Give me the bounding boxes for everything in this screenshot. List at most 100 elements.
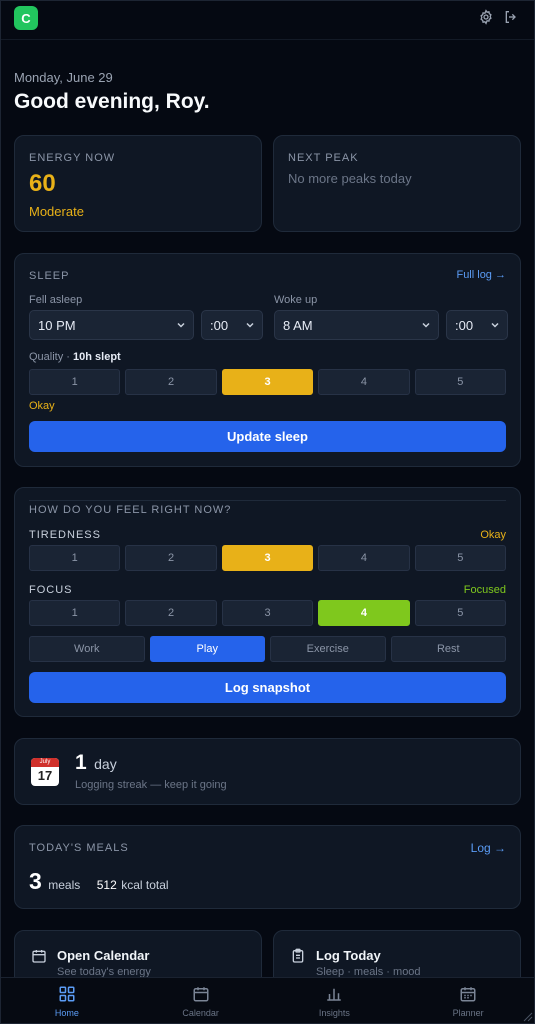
- sleep-quality-option-1[interactable]: 1: [29, 369, 121, 395]
- sleep-quality-option-2[interactable]: 2: [125, 369, 217, 395]
- meals-label: TODAY'S MEALS: [29, 842, 129, 854]
- next-peak-label: NEXT PEAK: [288, 152, 359, 164]
- meals-kcal-unit: kcal total: [121, 878, 169, 892]
- focus-option-5[interactable]: 5: [414, 600, 507, 626]
- streak-count-row: 1 day: [75, 751, 117, 775]
- fell-asleep-hour-select[interactable]: 10 PM: [29, 310, 194, 340]
- sleep-quality-text: Okay: [29, 400, 55, 412]
- quality-row: Quality · 10h slept: [29, 351, 121, 363]
- fell-asleep-minute-select[interactable]: :00: [201, 310, 263, 340]
- fell-asleep-minute-value: :00: [210, 317, 229, 333]
- update-sleep-button[interactable]: Update sleep: [29, 421, 506, 452]
- fell-asleep-hour-value: 10 PM: [38, 317, 76, 333]
- tiredness-option-4[interactable]: 4: [318, 545, 410, 571]
- hours-slept: 10h slept: [73, 351, 121, 363]
- chevron-down-icon: [246, 322, 254, 328]
- app-logo[interactable]: C: [14, 6, 38, 30]
- sleep-card: SLEEP Full log → Fell asleep 10 PM :00 W…: [14, 253, 521, 467]
- activity-option-exercise[interactable]: Exercise: [270, 636, 386, 662]
- streak-count: 1: [75, 751, 87, 774]
- chevron-down-icon: [177, 322, 185, 328]
- planner-icon: [460, 987, 476, 1002]
- gear-icon[interactable]: [478, 9, 494, 25]
- tiredness-option-3[interactable]: 3: [221, 545, 314, 571]
- current-date: Monday, June 29: [14, 70, 113, 85]
- streak-text: Logging streak — keep it going: [75, 779, 227, 791]
- sleep-quality-selector: 12345: [29, 369, 507, 395]
- sleep-label: SLEEP: [29, 270, 70, 282]
- energy-card: ENERGY NOW 60 Moderate: [14, 135, 262, 232]
- sleep-quality-option-3[interactable]: 3: [221, 369, 314, 395]
- tiredness-label: TIREDNESS: [29, 529, 101, 541]
- woke-up-label: Woke up: [274, 294, 318, 306]
- meals-unit: meals: [48, 878, 81, 892]
- woke-up-hour-select[interactable]: 8 AM: [274, 310, 439, 340]
- sleep-quality-option-5[interactable]: 5: [414, 369, 507, 395]
- tiredness-option-5[interactable]: 5: [414, 545, 507, 571]
- divider: [29, 500, 506, 501]
- activity-option-rest[interactable]: Rest: [390, 636, 506, 662]
- log-today-title: Log Today: [316, 948, 381, 963]
- nav-label: Planner: [452, 1008, 484, 1018]
- energy-level: Moderate: [29, 204, 84, 219]
- nav-item-home[interactable]: Home: [0, 978, 134, 1024]
- calendar-day: 17: [37, 768, 53, 783]
- tiredness-status: Okay: [480, 529, 506, 541]
- meals-card: TODAY'S MEALS Log → 3 meals 512 kcal tot…: [14, 825, 521, 909]
- focus-option-1[interactable]: 1: [29, 600, 121, 626]
- nav-label: Insights: [318, 1008, 350, 1018]
- open-calendar-title: Open Calendar: [57, 948, 150, 963]
- focus-option-2[interactable]: 2: [125, 600, 217, 626]
- tiredness-option-1[interactable]: 1: [29, 545, 121, 571]
- resize-handle-icon[interactable]: [522, 1011, 533, 1022]
- logout-icon[interactable]: [503, 9, 519, 25]
- activity-selector: Work Play Exercise Rest: [29, 636, 506, 662]
- activity-option-play[interactable]: Play: [149, 636, 265, 662]
- energy-label: ENERGY NOW: [29, 152, 116, 164]
- meals-count: 3: [29, 868, 42, 894]
- feel-label: HOW DO YOU FEEL RIGHT NOW?: [29, 504, 232, 516]
- calendar-icon: [193, 987, 209, 1002]
- nav-item-calendar[interactable]: Calendar: [134, 978, 268, 1024]
- woke-up-minute-value: :00: [455, 317, 474, 333]
- focus-option-3[interactable]: 3: [221, 600, 314, 626]
- calendar-icon: [32, 950, 46, 963]
- focus-status: Focused: [463, 584, 506, 596]
- sleep-full-log-link[interactable]: Full log →: [456, 269, 506, 281]
- streak-card: July 17 1 day Logging streak — keep it g…: [14, 738, 521, 805]
- woke-up-minute-select[interactable]: :00: [446, 310, 508, 340]
- grid-icon: [59, 986, 75, 1002]
- chevron-down-icon: [491, 322, 499, 328]
- woke-up-hour-value: 8 AM: [283, 317, 313, 333]
- meals-log-link[interactable]: Log →: [471, 841, 506, 855]
- meals-summary: 3 meals 512 kcal total: [29, 868, 169, 895]
- focus-label: FOCUS: [29, 584, 73, 596]
- nav-item-planner[interactable]: Planner: [401, 978, 535, 1024]
- focus-selector: 12345: [29, 600, 507, 626]
- calendar-emoji-icon: July 17: [31, 758, 59, 786]
- streak-unit: day: [94, 756, 117, 772]
- quality-label: Quality ·: [29, 351, 70, 363]
- fell-asleep-label: Fell asleep: [29, 294, 83, 306]
- focus-option-4[interactable]: 4: [318, 600, 410, 626]
- calendar-month: July: [31, 758, 59, 767]
- feel-card: HOW DO YOU FEEL RIGHT NOW? TIREDNESS Oka…: [14, 487, 521, 717]
- sleep-quality-option-4[interactable]: 4: [318, 369, 410, 395]
- bar-chart-icon: [327, 988, 342, 1001]
- activity-option-work[interactable]: Work: [29, 636, 145, 662]
- nav-label: Calendar: [182, 1008, 219, 1018]
- nav-label: Home: [54, 1008, 79, 1018]
- log-snapshot-button[interactable]: Log snapshot: [29, 672, 506, 703]
- next-peak-text: No more peaks today: [288, 171, 412, 186]
- energy-value: 60: [29, 170, 56, 197]
- bottom-nav: Home Calendar Insights Planner: [0, 977, 535, 1024]
- meals-kcal: 512: [96, 878, 117, 892]
- greeting-title: Good evening, Roy.: [14, 90, 210, 113]
- clipboard-icon: [292, 948, 304, 963]
- top-bar: C: [0, 0, 535, 40]
- nav-item-insights[interactable]: Insights: [268, 978, 402, 1024]
- tiredness-selector: 12345: [29, 545, 507, 571]
- tiredness-option-2[interactable]: 2: [125, 545, 217, 571]
- chevron-down-icon: [422, 322, 430, 328]
- next-peak-card: NEXT PEAK No more peaks today: [273, 135, 521, 232]
